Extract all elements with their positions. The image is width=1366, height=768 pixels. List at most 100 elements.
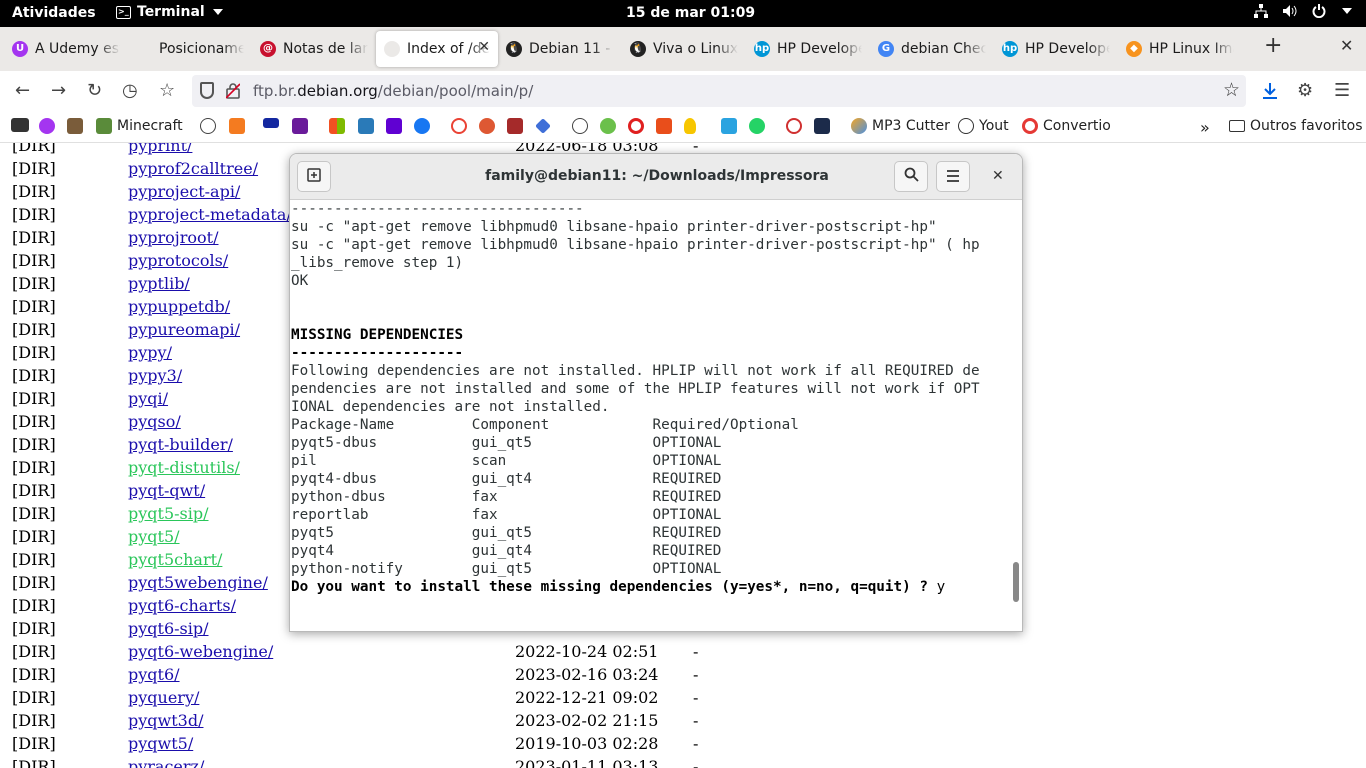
browser-tab[interactable]: hp HP Develope xyxy=(746,31,870,67)
tab-favicon-icon: G xyxy=(878,41,894,57)
hamburger-menu-icon[interactable]: ☰ xyxy=(1334,80,1350,101)
bookmark-play[interactable] xyxy=(600,118,616,134)
listing-link[interactable]: pyproject-metadata/ xyxy=(128,205,292,224)
menu-button[interactable] xyxy=(936,161,970,192)
listing-link[interactable]: pyqt6-webengine/ xyxy=(128,642,273,661)
terminal-headerbar[interactable]: family@debian11: ~/Downloads/Impressora … xyxy=(290,154,1022,200)
bookmarks-overflow-chevron-icon[interactable]: » xyxy=(1200,118,1210,137)
listing-link[interactable]: pyqt6-sip/ xyxy=(128,619,209,638)
other-bookmarks-folder[interactable]: Outros favoritos xyxy=(1229,118,1363,134)
tab-favicon-icon: hp xyxy=(1002,41,1018,57)
listing-type: [DIR] xyxy=(12,366,56,385)
listing-link[interactable]: pyqt5-sip/ xyxy=(128,504,209,523)
bookmark-yahoo[interactable] xyxy=(386,118,402,134)
downloads-icon[interactable] xyxy=(1261,82,1279,100)
browser-tab[interactable]: @ Notas de lan xyxy=(252,31,376,67)
listing-link[interactable]: pyqt5chart/ xyxy=(128,550,222,569)
listing-link[interactable]: pyqt-distutils/ xyxy=(128,458,240,477)
listing-link[interactable]: pyqi/ xyxy=(128,389,168,408)
listing-link[interactable]: pyqso/ xyxy=(128,412,181,431)
bookmark-convertio[interactable]: Convertio xyxy=(1022,118,1111,134)
url-bar[interactable]: ftp.br.debian.org/debian/pool/main/p/ ☆ xyxy=(192,75,1246,107)
bookmark-cube[interactable] xyxy=(535,118,551,134)
listing-link[interactable]: pyracerz/ xyxy=(128,757,204,768)
listing-link[interactable]: pypureomapi/ xyxy=(128,320,240,339)
browser-tab[interactable]: 🐧 Viva o Linux xyxy=(622,31,746,67)
bookmark-shield[interactable] xyxy=(507,118,523,134)
listing-link[interactable]: pypy/ xyxy=(128,343,172,362)
reload-button[interactable]: ↻ xyxy=(87,80,102,101)
bookmark-dark[interactable] xyxy=(814,118,830,134)
listing-link[interactable]: pyquery/ xyxy=(128,688,199,707)
listing-link[interactable]: pyptlib/ xyxy=(128,274,190,293)
tab-favicon-icon: 🐧 xyxy=(506,41,522,57)
settings-gear-icon[interactable]: ⚙ xyxy=(1297,80,1313,101)
back-button[interactable]: ← xyxy=(15,80,30,101)
browser-tab[interactable]: Gdebian Chec xyxy=(870,31,994,67)
bookmark-google[interactable] xyxy=(451,118,467,134)
bookmark-circle[interactable] xyxy=(786,118,802,134)
bookmark-minecraft[interactable]: Minecraft xyxy=(96,118,183,134)
bookmark-refresh-red[interactable] xyxy=(628,118,644,134)
bookmark-bulb[interactable] xyxy=(684,118,696,134)
history-icon[interactable]: ◷ xyxy=(122,80,138,101)
bookmark-mp3cutter[interactable]: MP3 Cutter xyxy=(851,118,950,134)
bookmark-cups[interactable] xyxy=(11,118,29,132)
bookmark-purple[interactable] xyxy=(292,118,308,134)
browser-tab[interactable]: Posicionamento xyxy=(128,31,252,67)
listing-link[interactable]: pyproject-api/ xyxy=(128,182,240,201)
bookmark-globe-1[interactable] xyxy=(200,118,216,134)
bookmark-tool[interactable] xyxy=(67,118,83,134)
browser-tab[interactable]: hp HP Develope xyxy=(994,31,1118,67)
forward-button[interactable]: → xyxy=(51,80,66,101)
listing-link[interactable]: pyqwt3d/ xyxy=(128,711,203,730)
terminal-window[interactable]: family@debian11: ~/Downloads/Impressora … xyxy=(289,153,1023,632)
bookmark-telegram[interactable] xyxy=(721,118,737,134)
listing-link[interactable]: pyqt5webengine/ xyxy=(128,573,268,592)
terminal-output[interactable]: ---------------------------------- su -c … xyxy=(291,200,1011,631)
browser-tab[interactable]: 🐧 Debian 11 - I xyxy=(498,31,622,67)
bookmark-facebook[interactable] xyxy=(414,118,430,134)
listing-link[interactable]: pypuppetdb/ xyxy=(128,297,230,316)
bookmark-samsung[interactable] xyxy=(263,118,279,128)
new-tab-button[interactable]: + xyxy=(1264,33,1282,58)
listing-link[interactable]: pyprotocols/ xyxy=(128,251,228,270)
listing-link[interactable]: pypy3/ xyxy=(128,366,182,385)
terminal-scrollbar[interactable] xyxy=(1013,562,1019,602)
insecure-lock-icon[interactable] xyxy=(226,83,240,99)
bookmark-whatsapp[interactable] xyxy=(749,118,765,134)
bookmark-orange[interactable] xyxy=(656,118,672,134)
tab-label: debian Chec xyxy=(901,41,986,57)
listing-link[interactable]: pyprof2calltree/ xyxy=(128,159,258,178)
bookmark-yout[interactable]: Yout xyxy=(958,118,1009,134)
activities-button[interactable]: Atividades xyxy=(12,5,96,21)
bookmark-udemy[interactable] xyxy=(39,118,55,134)
search-button[interactable] xyxy=(894,161,928,192)
bookmark-microsoft[interactable] xyxy=(329,118,345,134)
shield-icon[interactable] xyxy=(200,82,214,99)
listing-link[interactable]: pyqt6/ xyxy=(128,665,180,684)
window-close-button[interactable]: ✕ xyxy=(1340,36,1353,55)
system-tray[interactable] xyxy=(1254,4,1352,18)
listing-link[interactable]: pyqt5/ xyxy=(128,527,180,546)
browser-tab[interactable]: Index of /debi✕ xyxy=(376,31,498,67)
listing-link[interactable]: pyqt6-charts/ xyxy=(128,596,236,615)
tab-close-icon[interactable]: ✕ xyxy=(478,39,490,55)
bookmark-duckduckgo[interactable] xyxy=(479,118,495,134)
bookmark-star-icon[interactable]: ☆ xyxy=(1223,79,1240,101)
bookmark-grid[interactable] xyxy=(229,118,245,134)
listing-link[interactable]: pyprojroot/ xyxy=(128,228,219,247)
browser-tab[interactable]: ◆ HP Linux Ima xyxy=(1118,31,1242,67)
listing-link[interactable]: pyprint/ xyxy=(128,143,192,155)
app-menu[interactable]: >_ Terminal xyxy=(116,4,223,20)
close-icon[interactable]: ✕ xyxy=(992,168,1004,184)
listing-link[interactable]: pyqwt5/ xyxy=(128,734,193,753)
listing-link[interactable]: pyqt-qwt/ xyxy=(128,481,205,500)
clock[interactable]: 15 de mar 01:09 xyxy=(626,5,755,21)
bookmark-zoho[interactable] xyxy=(358,118,374,134)
convertio-icon xyxy=(1022,118,1038,134)
bookmark-globe-2[interactable] xyxy=(572,118,588,134)
pin-icon[interactable]: ☆ xyxy=(159,80,175,101)
listing-link[interactable]: pyqt-builder/ xyxy=(128,435,233,454)
browser-tab[interactable]: U A Udemy est xyxy=(4,31,128,67)
